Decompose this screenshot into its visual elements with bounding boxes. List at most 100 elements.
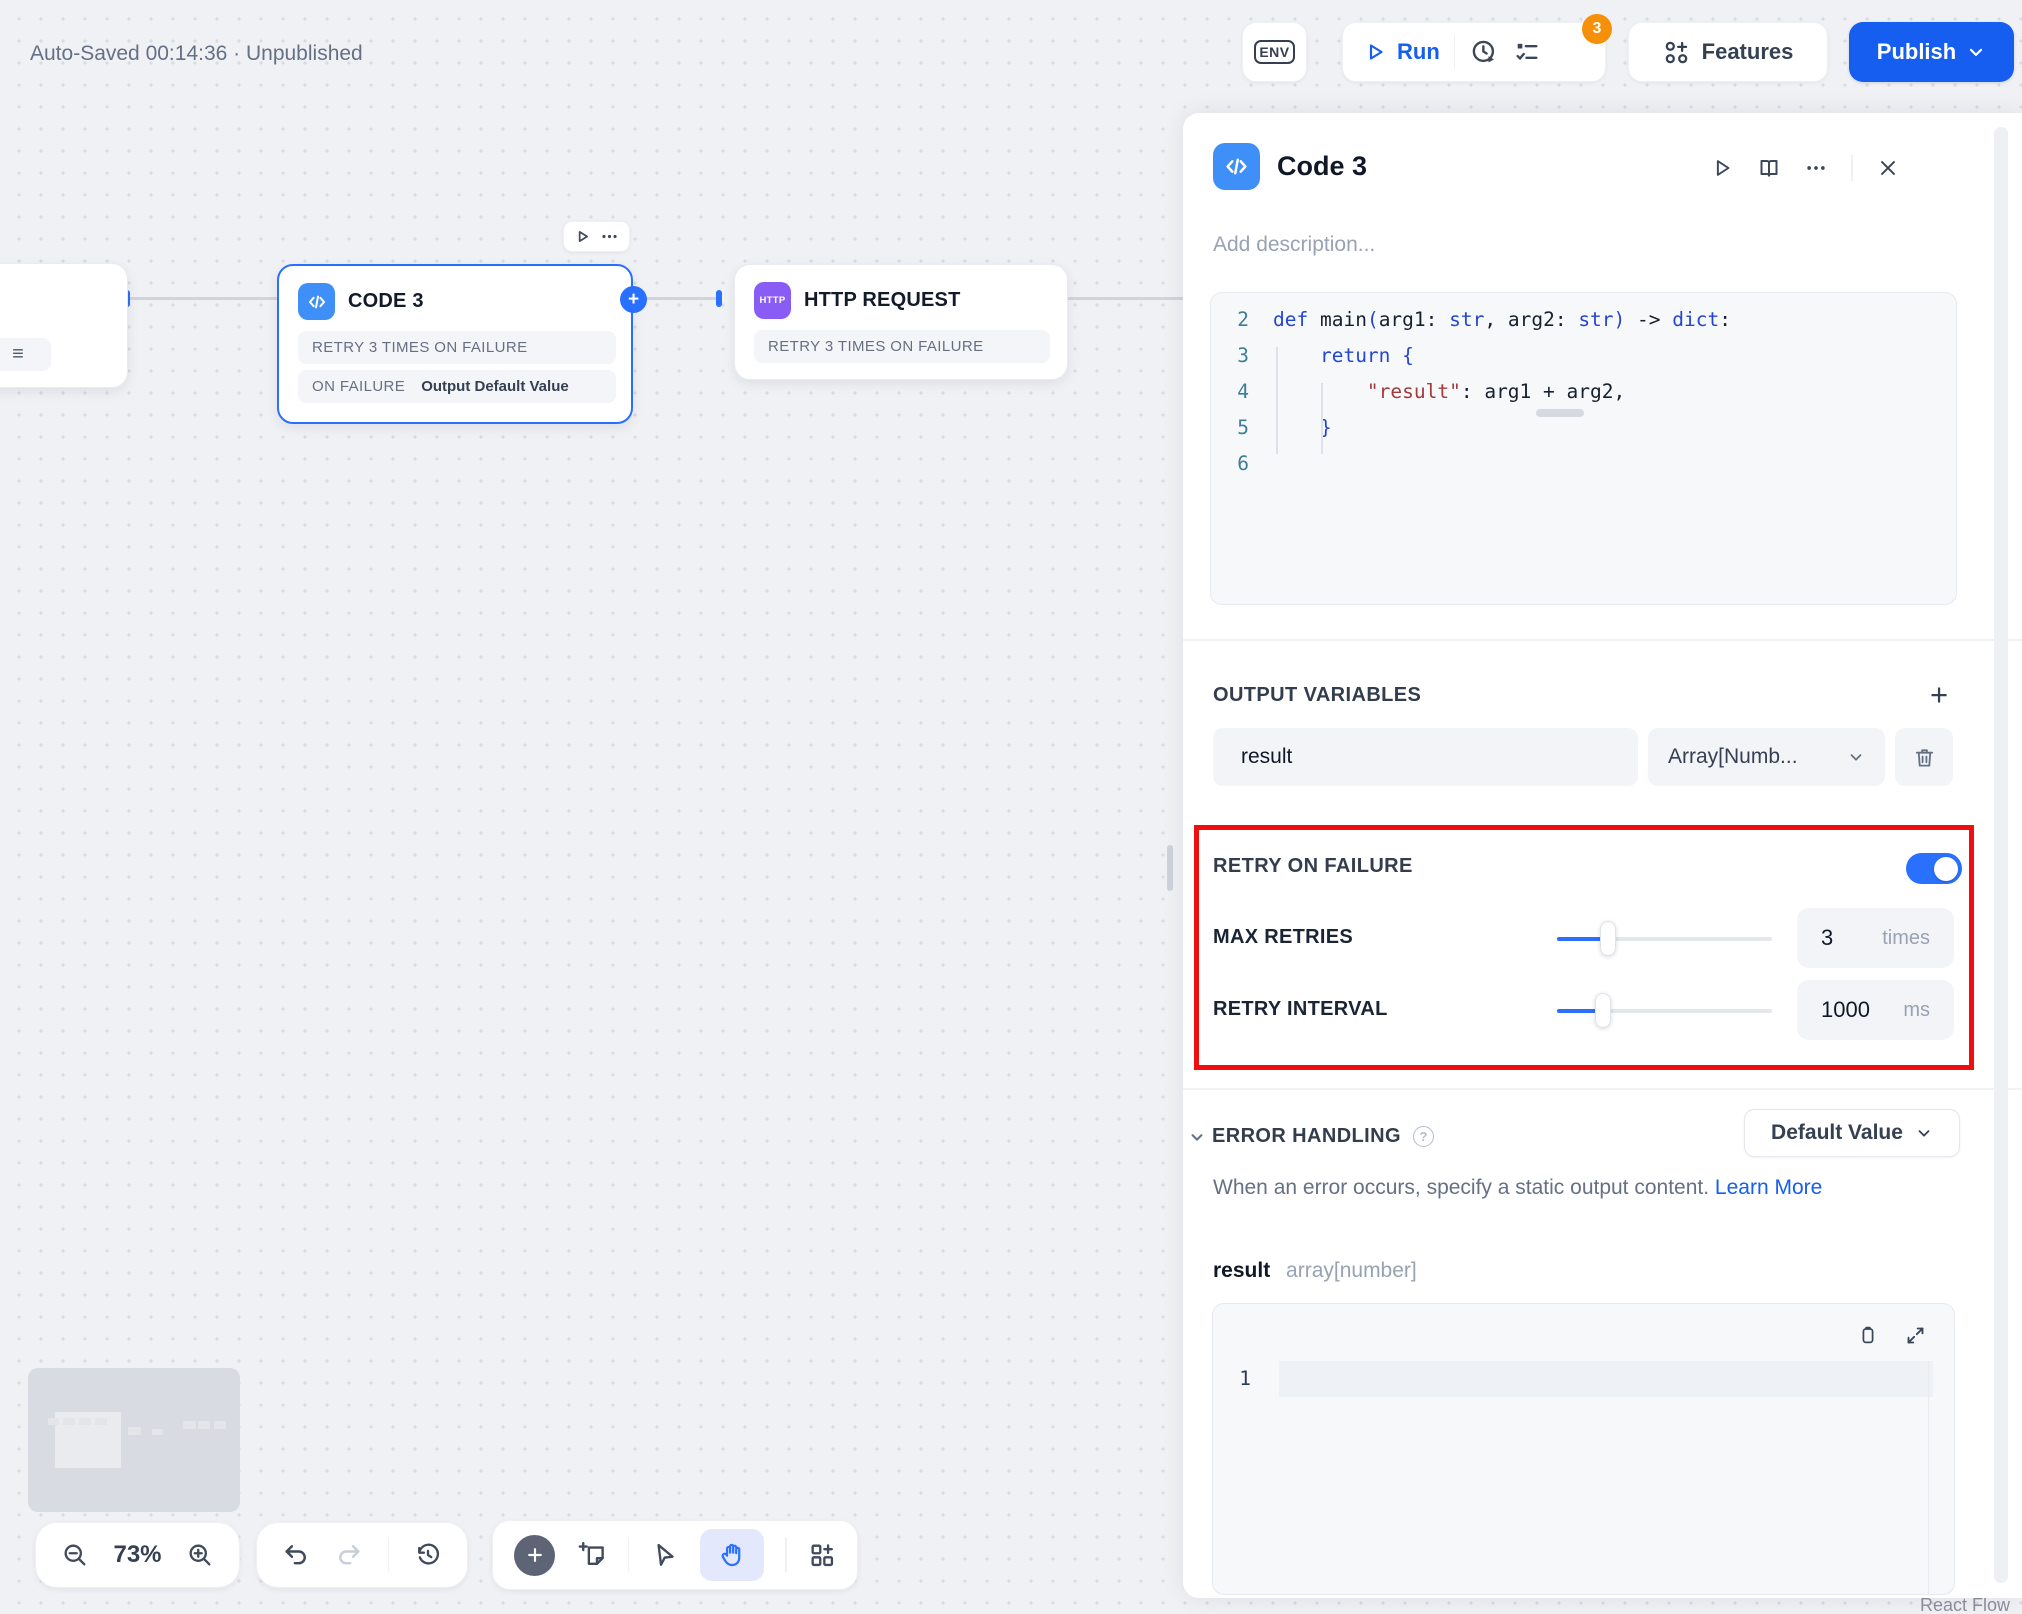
redo-button[interactable] xyxy=(335,1541,363,1569)
change-history-button[interactable] xyxy=(414,1541,442,1569)
copy-button[interactable] xyxy=(1857,1324,1879,1346)
env-icon: ENV xyxy=(1254,40,1295,64)
error-handling-description: When an error occurs, specify a static o… xyxy=(1213,1176,1823,1199)
chevron-down-icon xyxy=(1850,754,1862,761)
play-icon xyxy=(1369,44,1383,60)
node-toolbar xyxy=(563,221,630,252)
checklist-count-badge: 3 xyxy=(1582,14,1612,44)
node-title: CODE 3 xyxy=(348,290,424,312)
add-output-variable-button[interactable]: + xyxy=(1930,679,1948,710)
code-node-icon xyxy=(298,283,335,320)
variable-type-select[interactable]: Array[Numb... xyxy=(1648,728,1885,786)
output-variables-title: OUTPUT VARIABLES xyxy=(1213,684,1422,706)
history-controls xyxy=(256,1522,468,1588)
http-node-icon: HTTP xyxy=(754,282,791,319)
clock-play-icon xyxy=(1472,40,1495,63)
node-code-3[interactable]: CODE 3 RETRY 3 TIMES ON FAILURE ON FAILU… xyxy=(277,264,647,424)
zoom-out-button[interactable] xyxy=(61,1541,89,1569)
help-icon[interactable]: ? xyxy=(1412,1126,1434,1147)
zoom-controls: 73% xyxy=(35,1522,240,1588)
undo-button[interactable] xyxy=(282,1541,310,1569)
max-retries-slider[interactable] xyxy=(1557,921,1772,956)
zoom-in-button[interactable] xyxy=(186,1541,214,1569)
divider xyxy=(387,1538,390,1572)
description-input[interactable]: Add description... xyxy=(1213,233,1375,257)
docs-button[interactable] xyxy=(1757,156,1781,180)
section-divider xyxy=(1183,639,2022,641)
run-history-button[interactable] xyxy=(1469,37,1499,67)
panel-scrollbar[interactable] xyxy=(1994,127,2008,1583)
node-config-panel: Code 3 Add description... 2 def main(arg1… xyxy=(1183,113,2022,1598)
checklist-icon xyxy=(1516,43,1538,61)
max-retries-label: MAX RETRIES xyxy=(1213,926,1353,948)
hand-icon xyxy=(721,1543,741,1567)
learn-more-link[interactable]: Learn More xyxy=(1715,1176,1822,1199)
divider xyxy=(627,1538,630,1572)
node-title: HTTP REQUEST xyxy=(804,289,961,311)
retry-interval-value[interactable]: 1000 ms xyxy=(1797,980,1954,1040)
run-toolbar: Run xyxy=(1342,22,1606,82)
panel-title: Code 3 xyxy=(1277,151,1368,181)
run-button[interactable]: Run xyxy=(1363,39,1440,65)
pointer-mode-button[interactable] xyxy=(651,1541,679,1569)
checklist-button[interactable] xyxy=(1513,38,1541,66)
retry-on-failure-title: RETRY ON FAILURE xyxy=(1213,855,1413,877)
slider-thumb[interactable] xyxy=(1595,993,1611,1028)
node-more-icon[interactable] xyxy=(600,227,619,246)
retry-badge: RETRY 3 TIMES ON FAILURE xyxy=(754,330,1050,363)
features-button[interactable]: Features xyxy=(1628,22,1828,82)
list-icon: ≡ xyxy=(12,343,25,365)
features-icon xyxy=(1665,41,1687,63)
required-badge: EQUIRED ≡ xyxy=(0,338,51,371)
editor-resize-pill[interactable] xyxy=(1536,409,1584,417)
node-http-request[interactable]: HTTP HTTP REQUEST RETRY 3 TIMES ON FAILU… xyxy=(734,264,1068,380)
delete-variable-button[interactable] xyxy=(1895,728,1953,786)
panel-header: Code 3 xyxy=(1213,143,1367,190)
variable-name-input[interactable]: result xyxy=(1213,728,1638,786)
retry-badge: RETRY 3 TIMES ON FAILURE xyxy=(298,331,616,364)
default-value-editor[interactable]: 1[] xyxy=(1212,1303,1955,1595)
on-failure-badge: ON FAILURE Output Default Value xyxy=(298,370,616,403)
organize-nodes-button[interactable] xyxy=(808,1541,836,1569)
publish-button[interactable]: Publish xyxy=(1849,22,2014,82)
divider xyxy=(785,1538,787,1572)
trash-icon xyxy=(1915,748,1933,767)
retry-interval-slider[interactable] xyxy=(1557,993,1772,1028)
code-node-icon xyxy=(1213,143,1260,190)
divider xyxy=(1851,155,1853,181)
expand-button[interactable] xyxy=(1905,1324,1926,1346)
zoom-level[interactable]: 73% xyxy=(113,1541,161,1569)
slider-thumb[interactable] xyxy=(1600,921,1616,956)
partial-node[interactable]: EQUIRED ≡ xyxy=(0,263,128,388)
edge-target-handle[interactable] xyxy=(716,290,722,307)
env-variables-button[interactable]: ENV xyxy=(1242,22,1307,82)
error-strategy-select[interactable]: Default Value xyxy=(1744,1109,1960,1157)
collapse-chevron-icon[interactable] xyxy=(1188,1128,1206,1146)
workflow-app: Auto-Saved 00:14:36 · Unpublished ENV Ru… xyxy=(0,0,2022,1614)
node-play-icon[interactable] xyxy=(574,228,591,245)
editor-toolbar xyxy=(1857,1324,1926,1346)
max-retries-value[interactable]: 3 times xyxy=(1797,908,1954,968)
divider xyxy=(1453,35,1456,69)
panel-resize-handle[interactable] xyxy=(1167,845,1173,891)
run-step-button[interactable] xyxy=(1711,157,1733,179)
retry-toggle[interactable] xyxy=(1906,853,1962,884)
panel-actions xyxy=(1711,155,1899,181)
default-value-variable: result array[number] xyxy=(1213,1259,1417,1282)
add-node-button[interactable] xyxy=(514,1534,556,1576)
code-editor[interactable]: 2 def main(arg1: str, arg2: str) -> dict:… xyxy=(1210,292,1957,605)
error-handling-header: ERROR HANDLING ? xyxy=(1212,1125,1434,1148)
hand-mode-button[interactable] xyxy=(699,1529,764,1581)
edge-left-to-code xyxy=(127,297,277,300)
error-handling-title: ERROR HANDLING xyxy=(1212,1125,1401,1147)
add-note-button[interactable] xyxy=(577,1540,607,1570)
close-panel-button[interactable] xyxy=(1877,157,1899,179)
node-header: HTTP HTTP REQUEST xyxy=(754,282,961,319)
canvas-tools xyxy=(492,1520,858,1590)
minimap[interactable] xyxy=(28,1368,240,1512)
chevron-down-icon xyxy=(1970,48,1983,57)
chevron-down-icon xyxy=(1918,1130,1930,1137)
add-next-node-button[interactable]: + xyxy=(620,286,647,313)
autosave-status: Auto-Saved 00:14:36 · Unpublished xyxy=(30,42,363,65)
more-options-button[interactable] xyxy=(1805,157,1827,179)
